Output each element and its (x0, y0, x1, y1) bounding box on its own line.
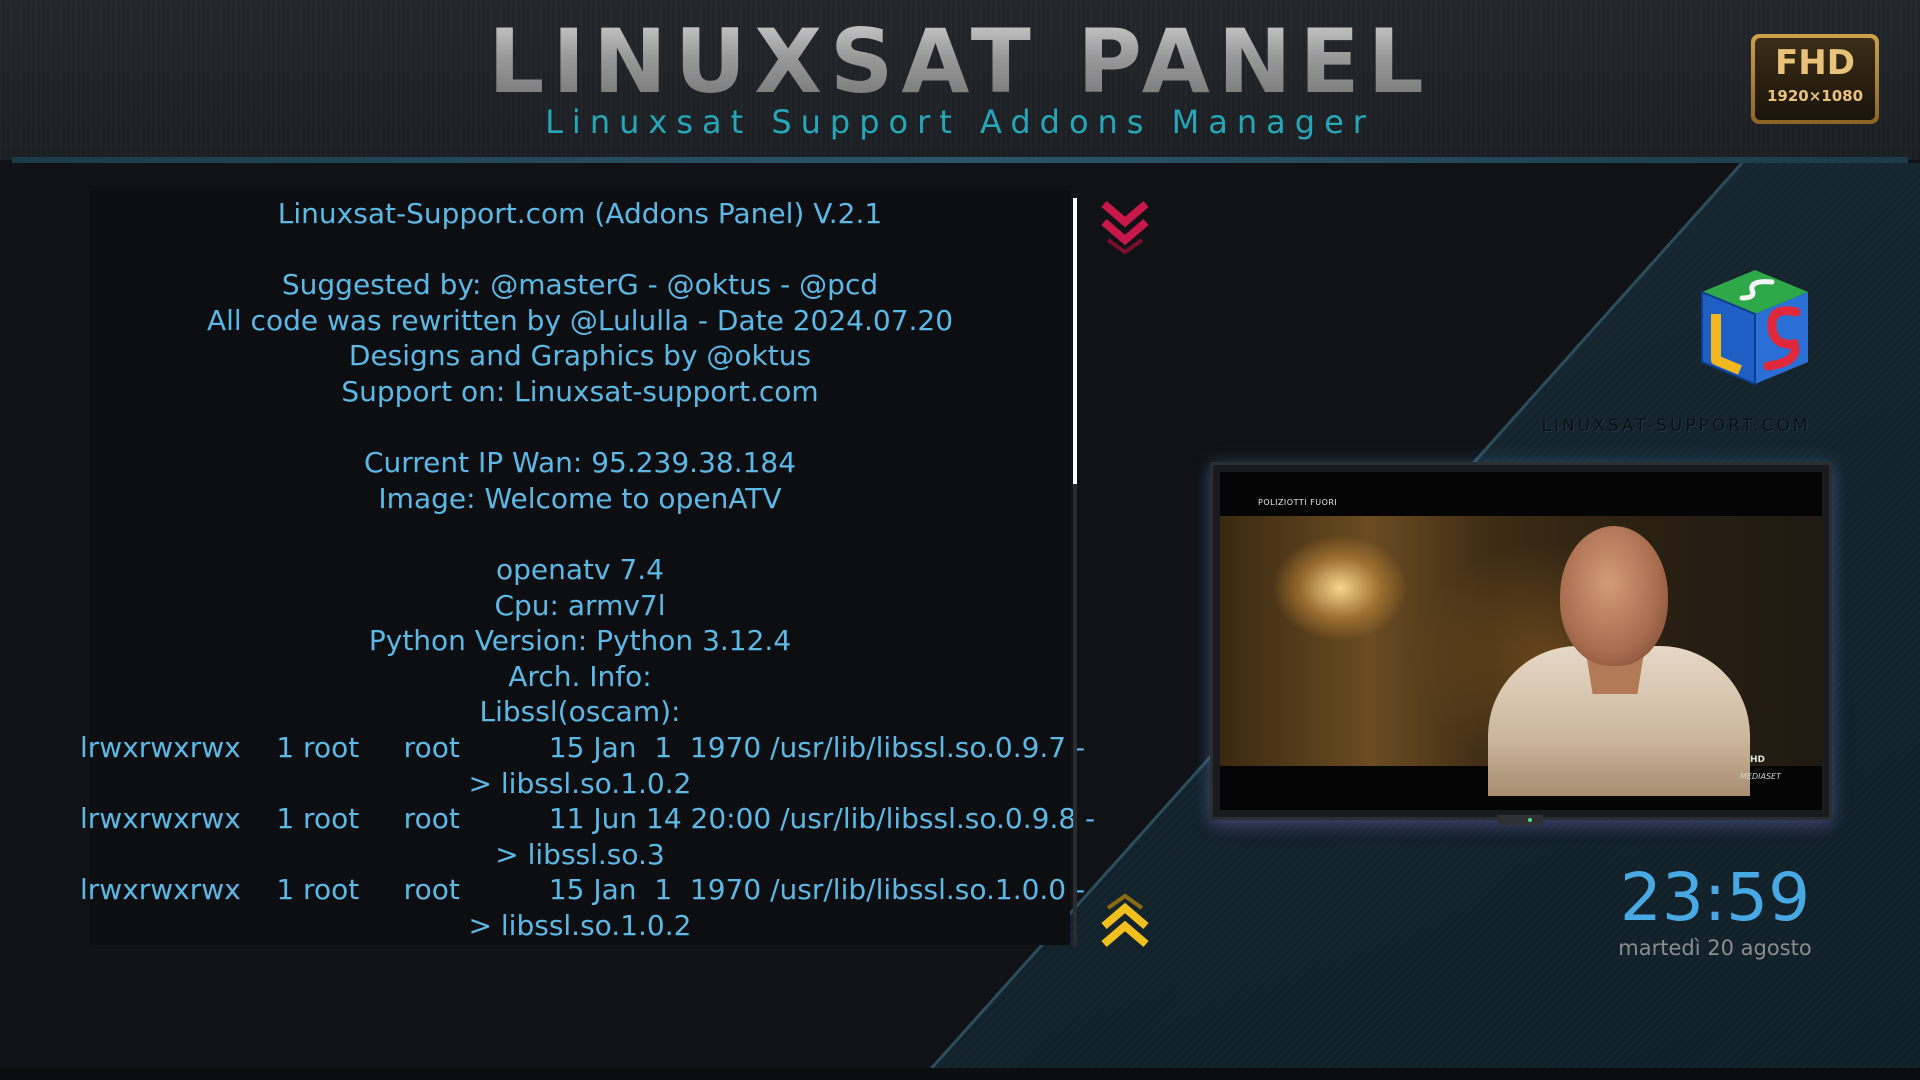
tv-preview: POLIZIOTTI FUORI HD MEDIASET (1210, 462, 1832, 820)
info-line: Designs and Graphics by @oktus (348, 339, 812, 373)
tv-stand (1497, 815, 1543, 825)
fhd-badge-label: FHD (1775, 43, 1855, 83)
info-line (80, 410, 1080, 446)
info-line: > libssl.so.1.0.2 (468, 766, 692, 800)
fhd-badge-resolution: 1920×1080 (1766, 87, 1864, 105)
info-line: lrwxrwxrwx 1 root root 15 Jan 1 1970 /us… (80, 873, 1086, 907)
ls-cube-logo (1701, 270, 1808, 386)
info-line: openatv 7.4 (495, 552, 664, 586)
tv-video-frame (1220, 516, 1822, 796)
info-text-list[interactable]: Linuxsat-Support.com (Addons Panel) V.2.… (80, 196, 1096, 943)
tv-power-led (1528, 818, 1532, 822)
info-line: Arch. Info: (508, 659, 652, 693)
info-line: All code was rewritten by @Lululla - Dat… (206, 303, 954, 337)
info-line: Libssl(oscam): (479, 695, 681, 729)
clock-time: 23:59 (1619, 859, 1811, 936)
info-line: Support on: Linuxsat-support.com (341, 374, 819, 408)
header-divider (12, 157, 1908, 163)
info-line: Suggested by: @masterG - @oktus - @pcd (281, 268, 879, 302)
info-line: Linuxsat-Support.com (Addons Panel) V.2.… (277, 197, 883, 230)
bottom-bar (0, 1068, 1920, 1080)
double-chevron-up-icon[interactable] (1100, 892, 1150, 950)
info-line: Image: Welcome to openATV (378, 481, 782, 515)
app-title: LINUXSAT PANEL (0, 10, 1920, 113)
info-line: Current IP Wan: 95.239.38.184 (363, 446, 797, 480)
logo-caption: LINUXSAT-SUPPORT.COM (1541, 416, 1811, 436)
info-line: > libssl.so.3 (495, 837, 665, 871)
video-person-head (1560, 526, 1668, 666)
info-line: Python Version: Python 3.12.4 (368, 624, 792, 658)
info-line: > libssl.so.1.0.2 (468, 908, 692, 942)
tv-broadcaster-logo: MEDIASET (1740, 772, 1781, 781)
info-line: Cpu: armv7l (494, 588, 666, 622)
info-line: lrwxrwxrwx 1 root root 15 Jan 1 1970 /us… (80, 730, 1086, 764)
scrollbar-thumb[interactable] (1073, 198, 1077, 484)
info-line: lrwxrwxrwx 1 root root 11 Jun 14 20:00 /… (80, 802, 1096, 836)
app-subtitle: Linuxsat Support Addons Manager (545, 103, 1375, 141)
fhd-badge: FHD 1920×1080 (1751, 34, 1879, 124)
info-line (80, 232, 1080, 268)
tv-channel-label: POLIZIOTTI FUORI (1258, 498, 1338, 507)
header: LINUXSAT PANEL Linuxsat Support Addons M… (0, 0, 1920, 160)
tv-hd-badge: HD (1750, 755, 1766, 765)
info-line (80, 516, 1080, 552)
double-chevron-down-icon[interactable] (1100, 198, 1150, 256)
tv-screen: POLIZIOTTI FUORI HD MEDIASET (1220, 472, 1822, 810)
clock-date: martedì 20 agosto (1618, 936, 1812, 960)
